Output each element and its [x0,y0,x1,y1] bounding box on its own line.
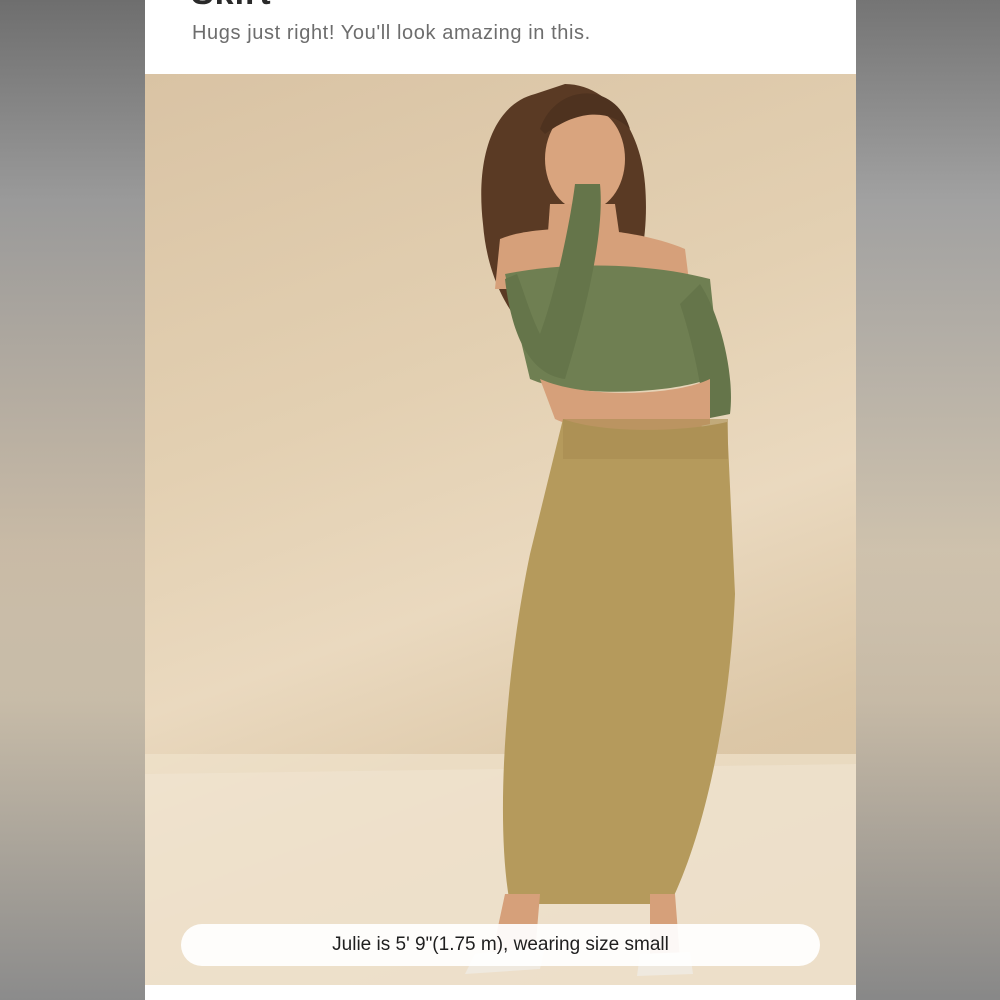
product-photo[interactable]: Julie is 5' 9"(1.75 m), wearing size sma… [145,74,856,985]
card-footer-strip [145,985,856,1000]
product-subtitle: Hugs just right! You'll look amazing in … [192,22,591,44]
blurred-backdrop-left [0,0,145,1000]
model-size-caption: Julie is 5' 9"(1.75 m), wearing size sma… [181,924,820,966]
product-card: Skirt Hugs just right! You'll look amazi… [145,0,856,1000]
blurred-backdrop-right [855,0,1000,1000]
product-title: Skirt [191,0,272,13]
model-illustration [145,84,856,985]
product-header: Skirt Hugs just right! You'll look amazi… [145,0,856,74]
